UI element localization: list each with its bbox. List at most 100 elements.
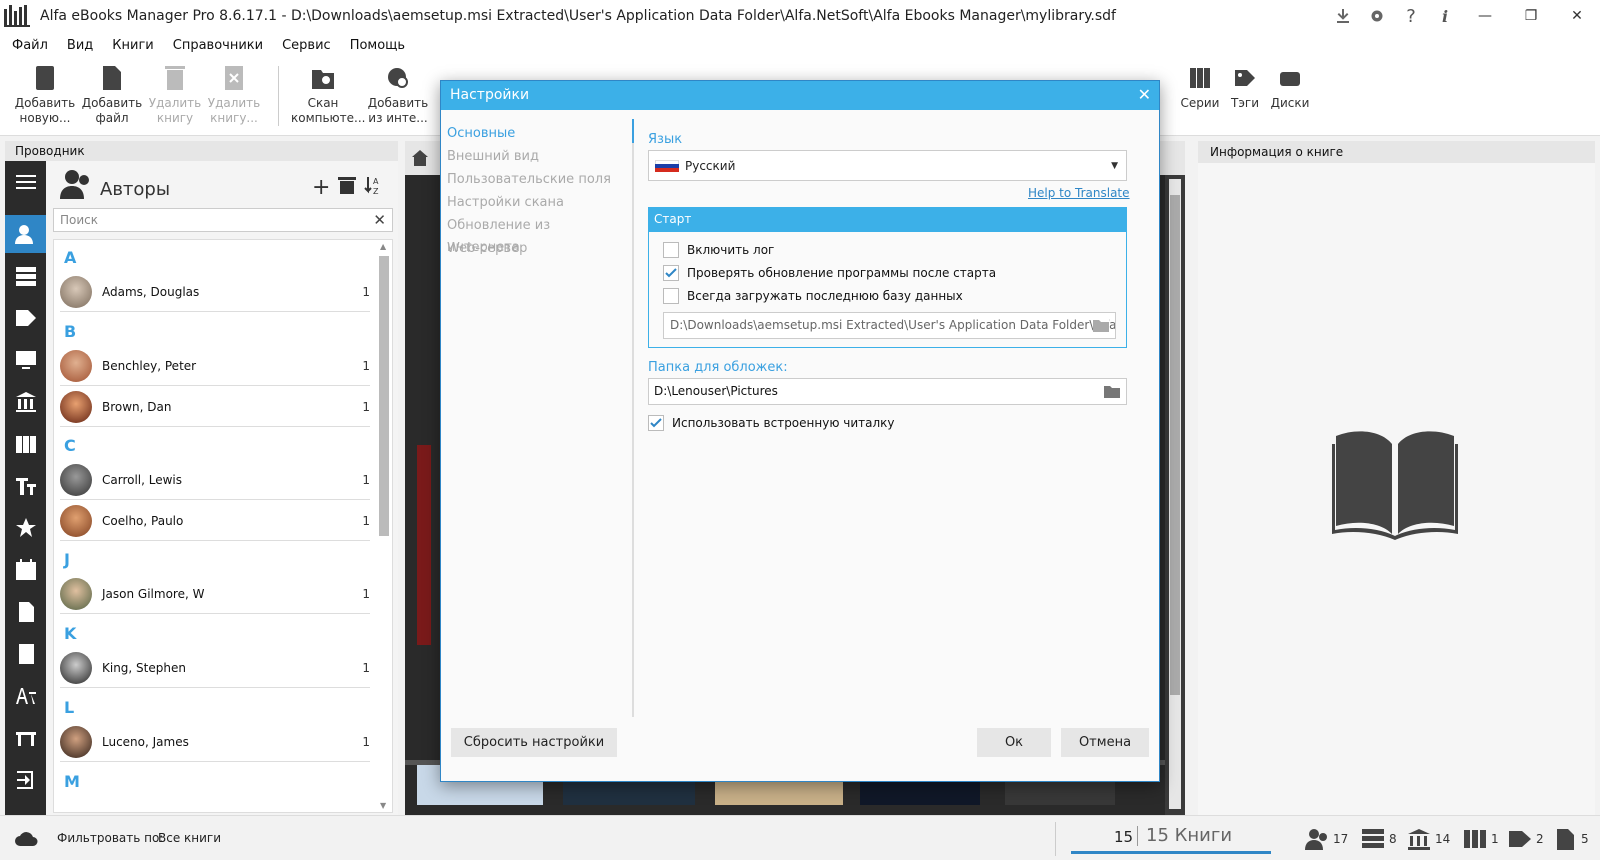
language-icon[interactable]: [5, 677, 46, 715]
download-icon[interactable]: [1326, 0, 1360, 32]
delete-author-icon[interactable]: [337, 176, 357, 194]
filter-value[interactable]: Все книги: [158, 831, 221, 845]
delete-book-button[interactable]: Удалить книгу: [143, 64, 207, 126]
center-scrollbar[interactable]: [1169, 179, 1181, 809]
settings-gear-icon[interactable]: [1360, 0, 1394, 32]
menu-help[interactable]: Помощь: [350, 38, 405, 53]
clear-search-icon[interactable]: ✕: [373, 211, 386, 229]
tags-stat[interactable]: 2: [1508, 828, 1544, 850]
tags-icon[interactable]: [5, 299, 46, 337]
nav-scan-settings[interactable]: Настройки скана: [447, 192, 627, 215]
menu-books[interactable]: Книги: [112, 38, 153, 53]
help-translate-link[interactable]: Help to Translate: [1028, 186, 1130, 200]
scroll-down-icon[interactable]: ▼: [380, 801, 386, 810]
checkbox-box[interactable]: [663, 265, 679, 281]
scan-label: Скан компьюте...: [291, 96, 366, 125]
database-path-field[interactable]: D:\Downloads\aemsetup.msi Extracted\User…: [663, 312, 1116, 339]
dialog-close-icon[interactable]: ✕: [1138, 85, 1151, 104]
list-item[interactable]: King, Stephen 1: [60, 648, 370, 688]
avatar: [60, 275, 92, 308]
add-internet-button[interactable]: Добавить из инте...: [366, 64, 430, 126]
home-icon[interactable]: [411, 149, 429, 167]
monitor-icon[interactable]: [5, 341, 46, 379]
book-cover[interactable]: [417, 445, 431, 645]
nav-custom-fields[interactable]: Пользовательские поля: [447, 169, 627, 192]
restore-button[interactable]: ❐: [1508, 0, 1554, 32]
reset-settings-button[interactable]: Сбросить настройки: [451, 728, 617, 757]
list-item[interactable]: Brown, Dan 1: [60, 387, 370, 427]
add-internet-label: Добавить из инте...: [367, 96, 429, 125]
nav-general[interactable]: Основные: [447, 123, 627, 146]
authors-count: 17: [1333, 832, 1349, 846]
load-last-db-label: Всегда загружать последнюю базу данных: [687, 289, 963, 303]
folder-icon[interactable]: [1104, 384, 1120, 398]
list-item[interactable]: Luceno, James 1: [60, 722, 370, 762]
builtin-reader-checkbox[interactable]: Использовать встроенную читалку: [648, 415, 895, 431]
authors-stat[interactable]: 17: [1305, 828, 1348, 850]
menu-file[interactable]: Файл: [12, 38, 48, 53]
nav-internet-update[interactable]: Обновление из интернета: [447, 215, 627, 255]
nav-appearance[interactable]: Внешний вид: [447, 146, 627, 169]
cloud-icon[interactable]: [14, 830, 38, 846]
scan-button[interactable]: Скан компьюте...: [291, 64, 365, 126]
database-path-value: D:\Downloads\aemsetup.msi Extracted\User…: [670, 318, 1116, 332]
menu-references[interactable]: Справочники: [173, 38, 263, 53]
covers-folder-field[interactable]: D:\Lenouser\Pictures: [648, 378, 1127, 405]
file-icon[interactable]: [5, 593, 46, 631]
list-item[interactable]: Jason Gilmore, W 1: [60, 574, 370, 614]
author-name: Jason Gilmore, W: [102, 586, 205, 601]
list-item[interactable]: Adams, Douglas 1: [60, 272, 370, 312]
author-name: Brown, Dan: [102, 399, 172, 414]
delete-book2-button[interactable]: Удалить книгу...: [202, 64, 266, 126]
scroll-thumb[interactable]: [1170, 195, 1180, 695]
add-file-button[interactable]: Добавить файл: [80, 64, 144, 126]
scroll-up-icon[interactable]: ▲: [380, 242, 386, 251]
list-item[interactable]: Benchley, Peter 1: [60, 346, 370, 386]
enable-log-checkbox[interactable]: Включить лог: [663, 242, 774, 258]
info-icon[interactable]: i: [1428, 0, 1462, 32]
list-item[interactable]: Carroll, Lewis 1: [60, 460, 370, 500]
add-author-icon[interactable]: +: [312, 175, 330, 200]
star-icon[interactable]: [5, 509, 46, 547]
calendar-icon[interactable]: [5, 551, 46, 589]
letter-header: K: [64, 624, 77, 643]
cancel-button[interactable]: Отмена: [1061, 728, 1149, 757]
shelves-stat[interactable]: 8: [1361, 828, 1397, 850]
menu-view[interactable]: Вид: [67, 38, 93, 53]
series-icon[interactable]: [5, 425, 46, 463]
folder-icon[interactable]: [1093, 318, 1109, 332]
add-new-button[interactable]: Добавить новую...: [13, 64, 77, 126]
ok-button[interactable]: Ок: [977, 728, 1051, 757]
nav-web-server[interactable]: Web-сервер: [447, 238, 627, 261]
publishers-stat[interactable]: 14: [1407, 828, 1450, 850]
shelves-icon: [1362, 829, 1384, 848]
language-select[interactable]: Русский ▼: [648, 150, 1127, 181]
minimize-button[interactable]: —: [1462, 0, 1508, 32]
text-size-icon[interactable]: [5, 467, 46, 505]
list-scrollbar[interactable]: ▲ ▼: [378, 242, 390, 810]
check-update-checkbox[interactable]: Проверять обновление программы после ста…: [663, 265, 996, 281]
book-counter: 15 15 Книги: [1055, 822, 1275, 856]
scroll-thumb[interactable]: [379, 256, 389, 536]
help-icon[interactable]: ?: [1394, 0, 1428, 32]
sort-icon[interactable]: AZ: [364, 175, 382, 195]
hamburger-menu-icon[interactable]: [5, 163, 46, 201]
list-item[interactable]: Coelho, Paulo 1: [60, 501, 370, 541]
tags-icon: [1509, 831, 1531, 847]
authors-icon[interactable]: [5, 215, 46, 253]
series-stat[interactable]: 1: [1463, 828, 1499, 850]
load-last-db-checkbox[interactable]: Всегда загружать последнюю базу данных: [663, 288, 963, 304]
publisher-icon[interactable]: [5, 383, 46, 421]
checkbox-box[interactable]: [663, 288, 679, 304]
files-stat[interactable]: 5: [1553, 828, 1589, 850]
sign-in-icon[interactable]: [5, 761, 46, 799]
book-icon[interactable]: [5, 635, 46, 673]
disks-button[interactable]: Диски: [1258, 64, 1322, 111]
search-input[interactable]: Поиск ✕: [53, 208, 393, 232]
checkbox-box[interactable]: [648, 415, 664, 431]
bookshelf-icon[interactable]: [5, 719, 46, 757]
close-button[interactable]: ✕: [1554, 0, 1600, 32]
shelves-icon[interactable]: [5, 257, 46, 295]
menu-service[interactable]: Сервис: [282, 38, 331, 53]
checkbox-box[interactable]: [663, 242, 679, 258]
